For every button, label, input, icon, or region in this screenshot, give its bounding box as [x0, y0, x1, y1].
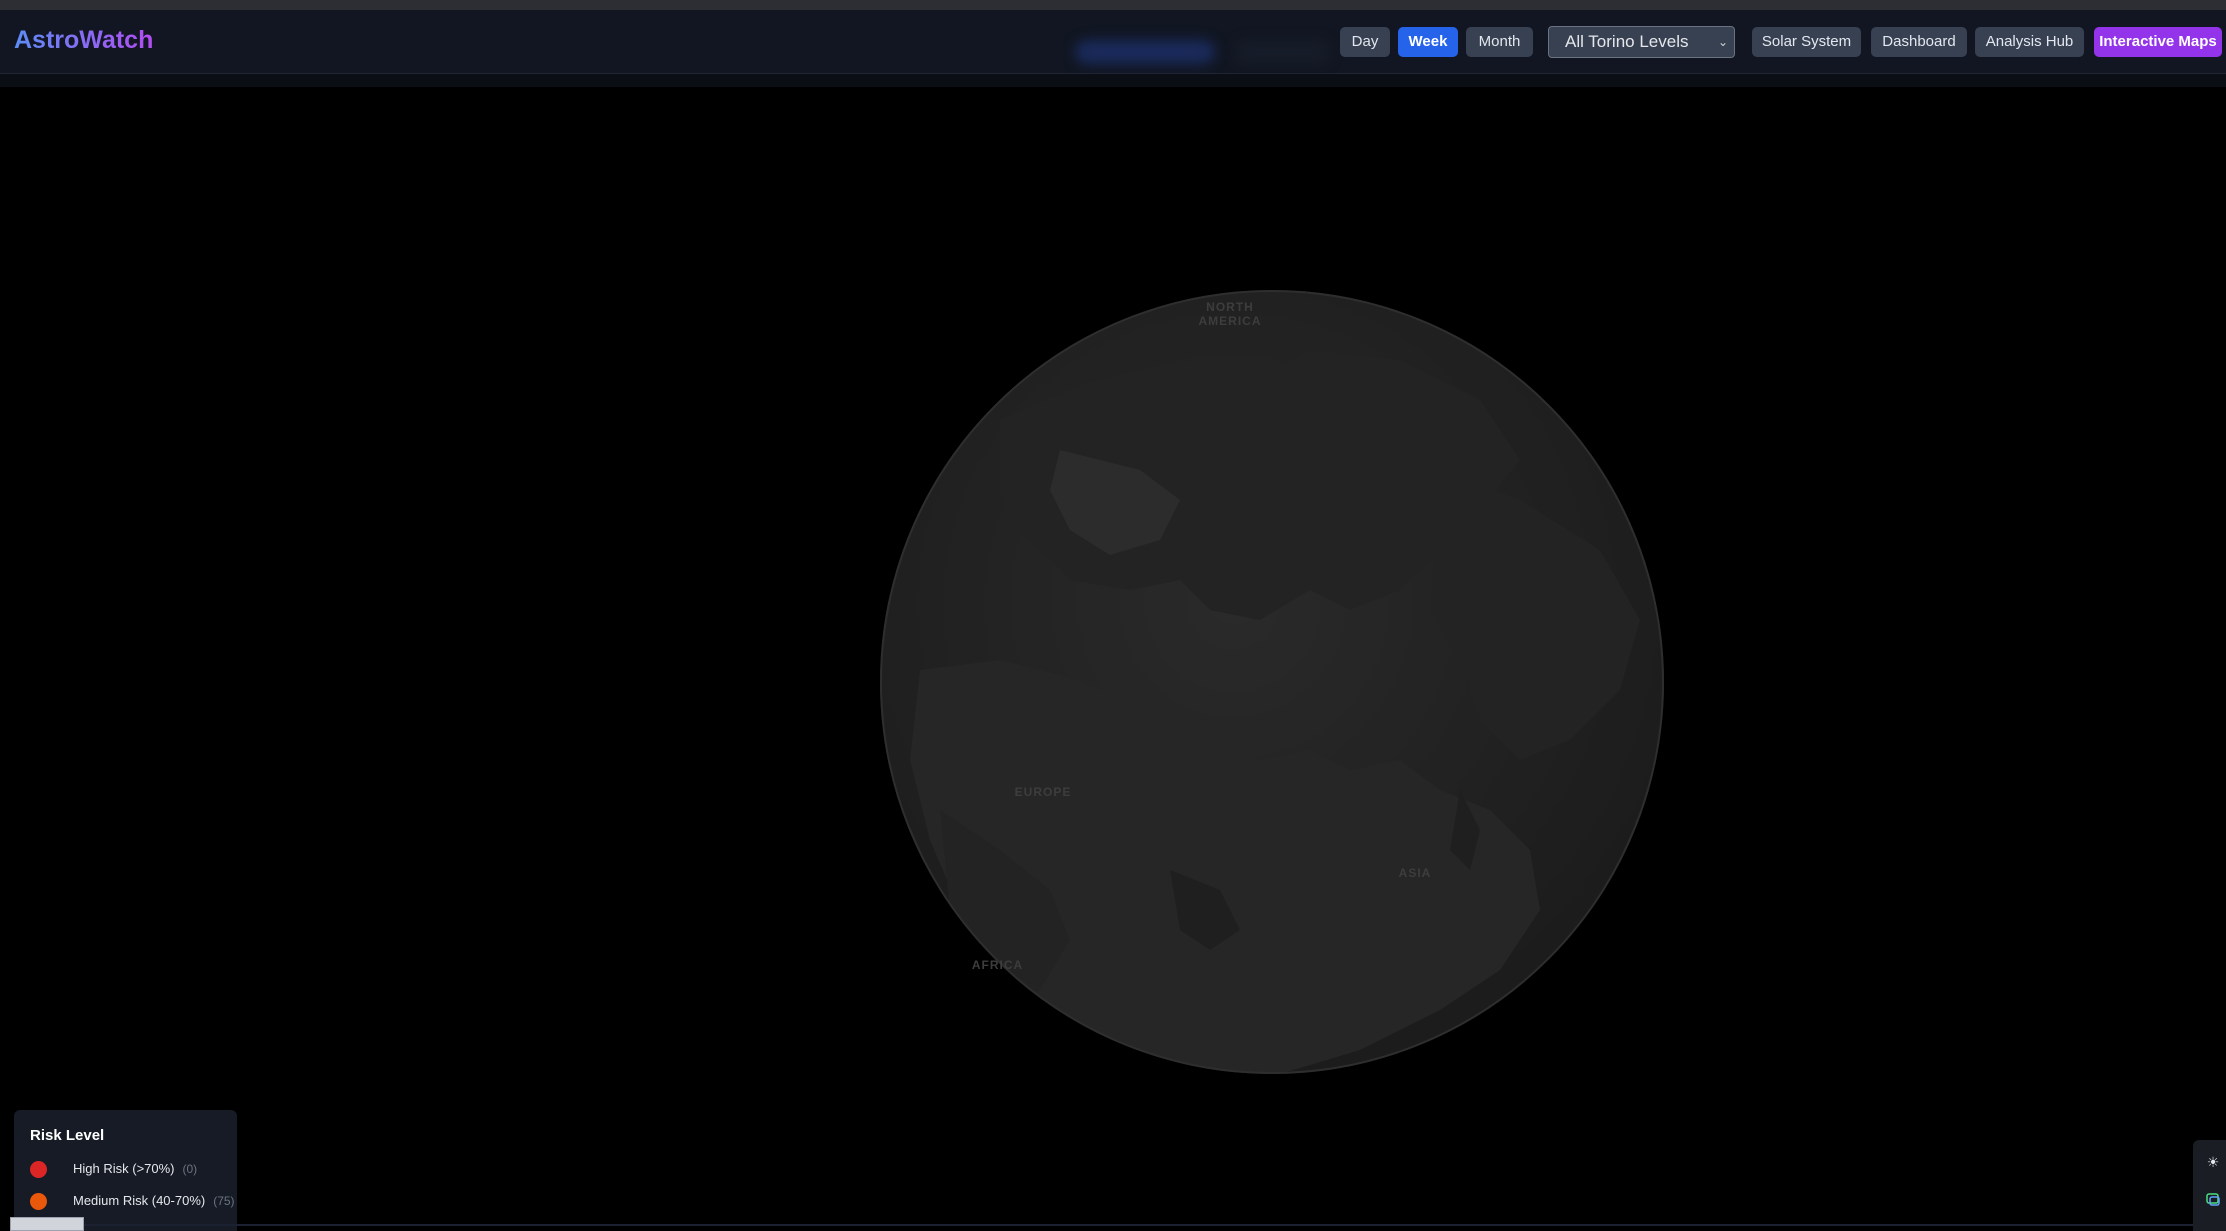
risk-level-legend: Risk Level High Risk (>70%) (0) Medium Ri…	[14, 1110, 237, 1231]
time-range-day-button[interactable]: Day	[1340, 27, 1390, 57]
torino-level-select[interactable]: All Torino Levels ⌄	[1548, 26, 1735, 58]
blurred-status-pill-secondary	[1235, 40, 1330, 64]
time-range-month-button[interactable]: Month	[1466, 27, 1533, 57]
earth-globe[interactable]	[880, 290, 1664, 1074]
top-navbar: AstroWatch Day Week Month All Torino Lev…	[0, 10, 2226, 74]
app-logo[interactable]: AstroWatch	[14, 26, 153, 55]
map-controls-panel: ☀	[2193, 1140, 2226, 1231]
high-risk-dot	[30, 1161, 47, 1178]
time-range-week-button[interactable]: Week	[1398, 27, 1458, 57]
sub-toolbar-strip	[0, 74, 2226, 87]
label-europe: EUROPE	[1014, 785, 1072, 799]
medium-risk-count: (75)	[213, 1194, 235, 1208]
high-risk-label: High Risk (>70%)	[73, 1161, 175, 1176]
sun-icon[interactable]: ☀	[2205, 1154, 2221, 1170]
nav-analysis-hub-button[interactable]: Analysis Hub	[1975, 27, 2084, 57]
window-top-strip	[0, 0, 2226, 10]
layers-icon-svg	[2206, 1193, 2220, 1206]
label-north-america: NORTH AMERICA	[1198, 300, 1262, 328]
layers-icon[interactable]	[2205, 1191, 2221, 1207]
globe-svg	[880, 290, 1664, 1074]
medium-risk-dot	[30, 1193, 47, 1210]
nav-solar-system-button[interactable]: Solar System	[1752, 27, 1861, 57]
high-risk-count: (0)	[182, 1162, 198, 1176]
chevron-down-icon: ⌄	[1717, 35, 1728, 49]
label-africa: AFRICA	[971, 958, 1024, 972]
label-asia: ASIA	[1398, 866, 1432, 880]
legend-title: Risk Level	[30, 1127, 105, 1144]
legend-item-label-wrap: High Risk (>70%) (0)	[73, 1161, 197, 1176]
nav-interactive-maps-button[interactable]: Interactive Maps	[2094, 27, 2222, 57]
bottom-divider	[84, 1224, 2226, 1226]
map-scale-bar	[10, 1217, 84, 1231]
medium-risk-label: Medium Risk (40-70%)	[73, 1193, 206, 1208]
torino-level-select-value: All Torino Levels	[1565, 32, 1689, 51]
nav-dashboard-button[interactable]: Dashboard	[1871, 27, 1967, 57]
legend-item-label-wrap: Medium Risk (40-70%) (75)	[73, 1193, 235, 1208]
blurred-status-pill	[1075, 40, 1215, 64]
